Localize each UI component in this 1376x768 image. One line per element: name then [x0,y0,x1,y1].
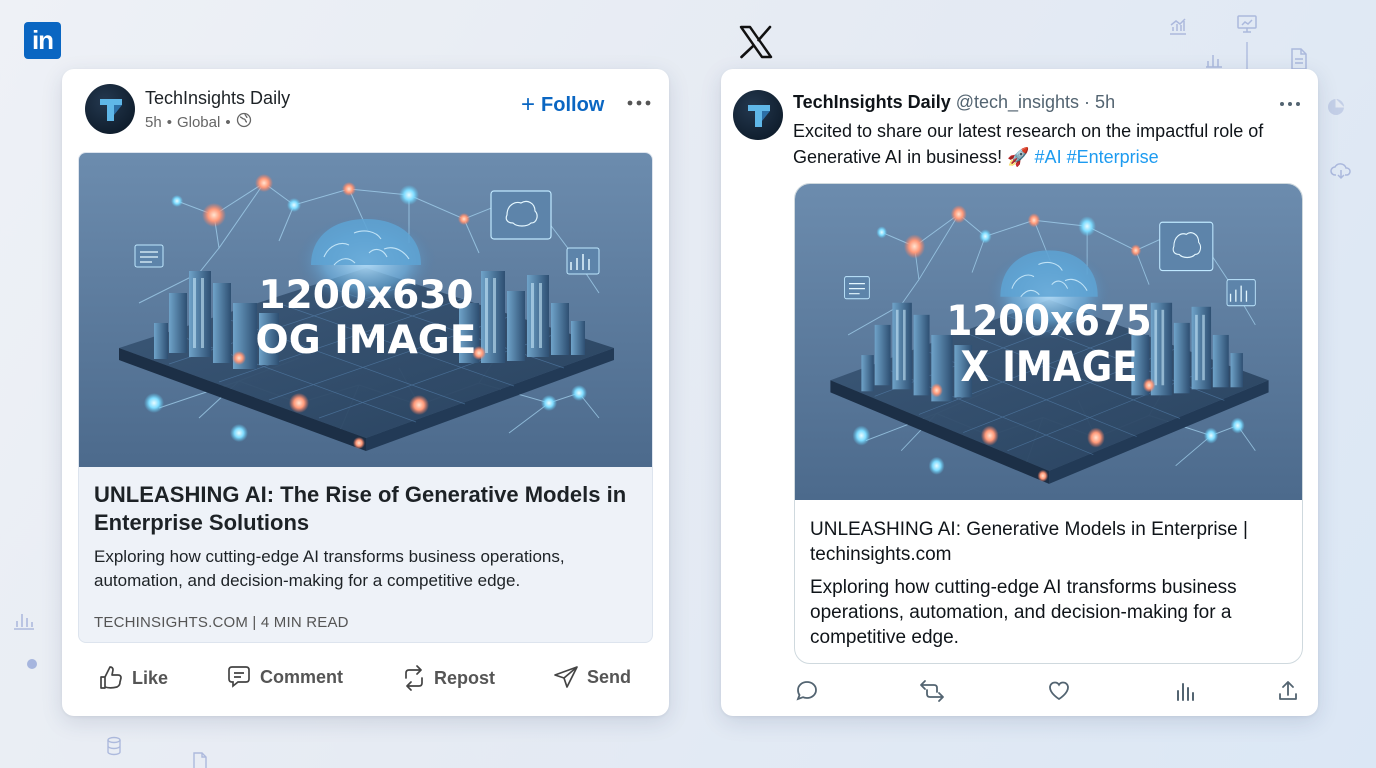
heart-icon[interactable] [1047,679,1071,703]
background-pie-chart-icon [1326,97,1346,117]
x-post-card: TechInsights Daily @tech_insights · 5h E… [721,69,1318,716]
share-icon[interactable] [1277,679,1299,703]
post-actions-bar [793,679,1298,705]
comment-icon [226,665,252,689]
more-options-icon[interactable] [626,94,652,112]
preview-source: TECHINSIGHTS.COM | 4 MIN READ [94,614,349,631]
x-logo-icon [738,24,774,60]
linkedin-logo-icon: in [24,22,61,59]
image-label-line1: 1200x675 [947,297,1152,346]
image-label-line2: X IMAGE [961,343,1138,392]
post-audience: Global [176,113,221,131]
comment-label: Comment [260,666,344,687]
author-handle-time[interactable]: @tech_insights · 5h [956,92,1115,112]
background-bar-chart-icon [12,610,36,630]
link-preview-card[interactable]: 1200x630 OG IMAGE UNLEASHING AI: The Ris… [78,152,653,643]
post-actions-bar: Like Comment Repost Send [98,665,638,695]
preview-description: Exploring how cutting-edge AI transforms… [810,577,1237,648]
more-options-icon[interactable] [1279,95,1301,113]
follow-button[interactable]: + Follow [521,93,604,117]
background-file-icon [193,752,207,768]
post-hashtags[interactable]: #AI #Enterprise [1035,147,1159,167]
preview-title: UNLEASHING AI: Generative Models in Ente… [810,519,1248,565]
image-label-line1: 1200x630 [258,273,473,318]
preview-description: Exploring how cutting-edge AI transforms… [94,547,565,590]
like-label: Like [132,667,169,688]
send-icon [553,665,579,689]
send-label: Send [587,666,632,687]
preview-title: UNLEASHING AI: The Rise of Generative Mo… [94,482,627,535]
og-preview-image: 1200x630 OG IMAGE [79,153,652,467]
author-name[interactable]: TechInsights Daily [793,92,951,112]
bar-chart-icon[interactable] [1175,679,1197,703]
meta-separator: • [225,113,231,131]
meta-separator: • [166,113,172,131]
background-bar-icon [1205,52,1223,68]
background-divider-line [1246,42,1248,70]
background-database-icon [106,736,122,756]
repost-label: Repost [434,667,496,688]
author-avatar[interactable] [733,90,783,140]
post-text-body: Excited to share our latest research on … [793,121,1264,167]
like-button[interactable]: Like [98,665,168,691]
post-time: 5h [145,113,162,131]
comment-button[interactable]: Comment [226,665,343,689]
post-text: Excited to share our latest research on … [793,118,1313,170]
follow-label: Follow [541,93,605,116]
background-document-icon [1290,48,1308,70]
reply-icon[interactable] [795,679,819,703]
background-cloud-icon [1330,162,1352,180]
background-chart-icon [1168,16,1188,36]
repost-icon [402,665,426,691]
plus-icon: + [521,91,536,118]
link-preview-card[interactable]: 1200x675 X IMAGE UNLEASHING AI: Generati… [794,183,1303,664]
linkedin-post-card: TechInsights Daily 5h • Global • + Follo… [62,69,669,716]
background-dot [27,659,37,669]
send-button[interactable]: Send [553,665,631,689]
background-monitor-chart-icon [1236,13,1258,35]
author-avatar[interactable] [85,84,135,134]
repost-button[interactable]: Repost [402,665,495,691]
post-meta: 5h • Global • [145,112,252,132]
image-label-line2: OG IMAGE [256,318,477,363]
globe-icon [236,112,252,132]
author-name[interactable]: TechInsights Daily [145,88,290,109]
retweet-icon[interactable] [919,679,945,703]
x-preview-image: 1200x675 X IMAGE [795,184,1302,500]
post-header: TechInsights Daily @tech_insights · 5h [793,92,1115,113]
thumbs-up-icon [98,665,124,691]
